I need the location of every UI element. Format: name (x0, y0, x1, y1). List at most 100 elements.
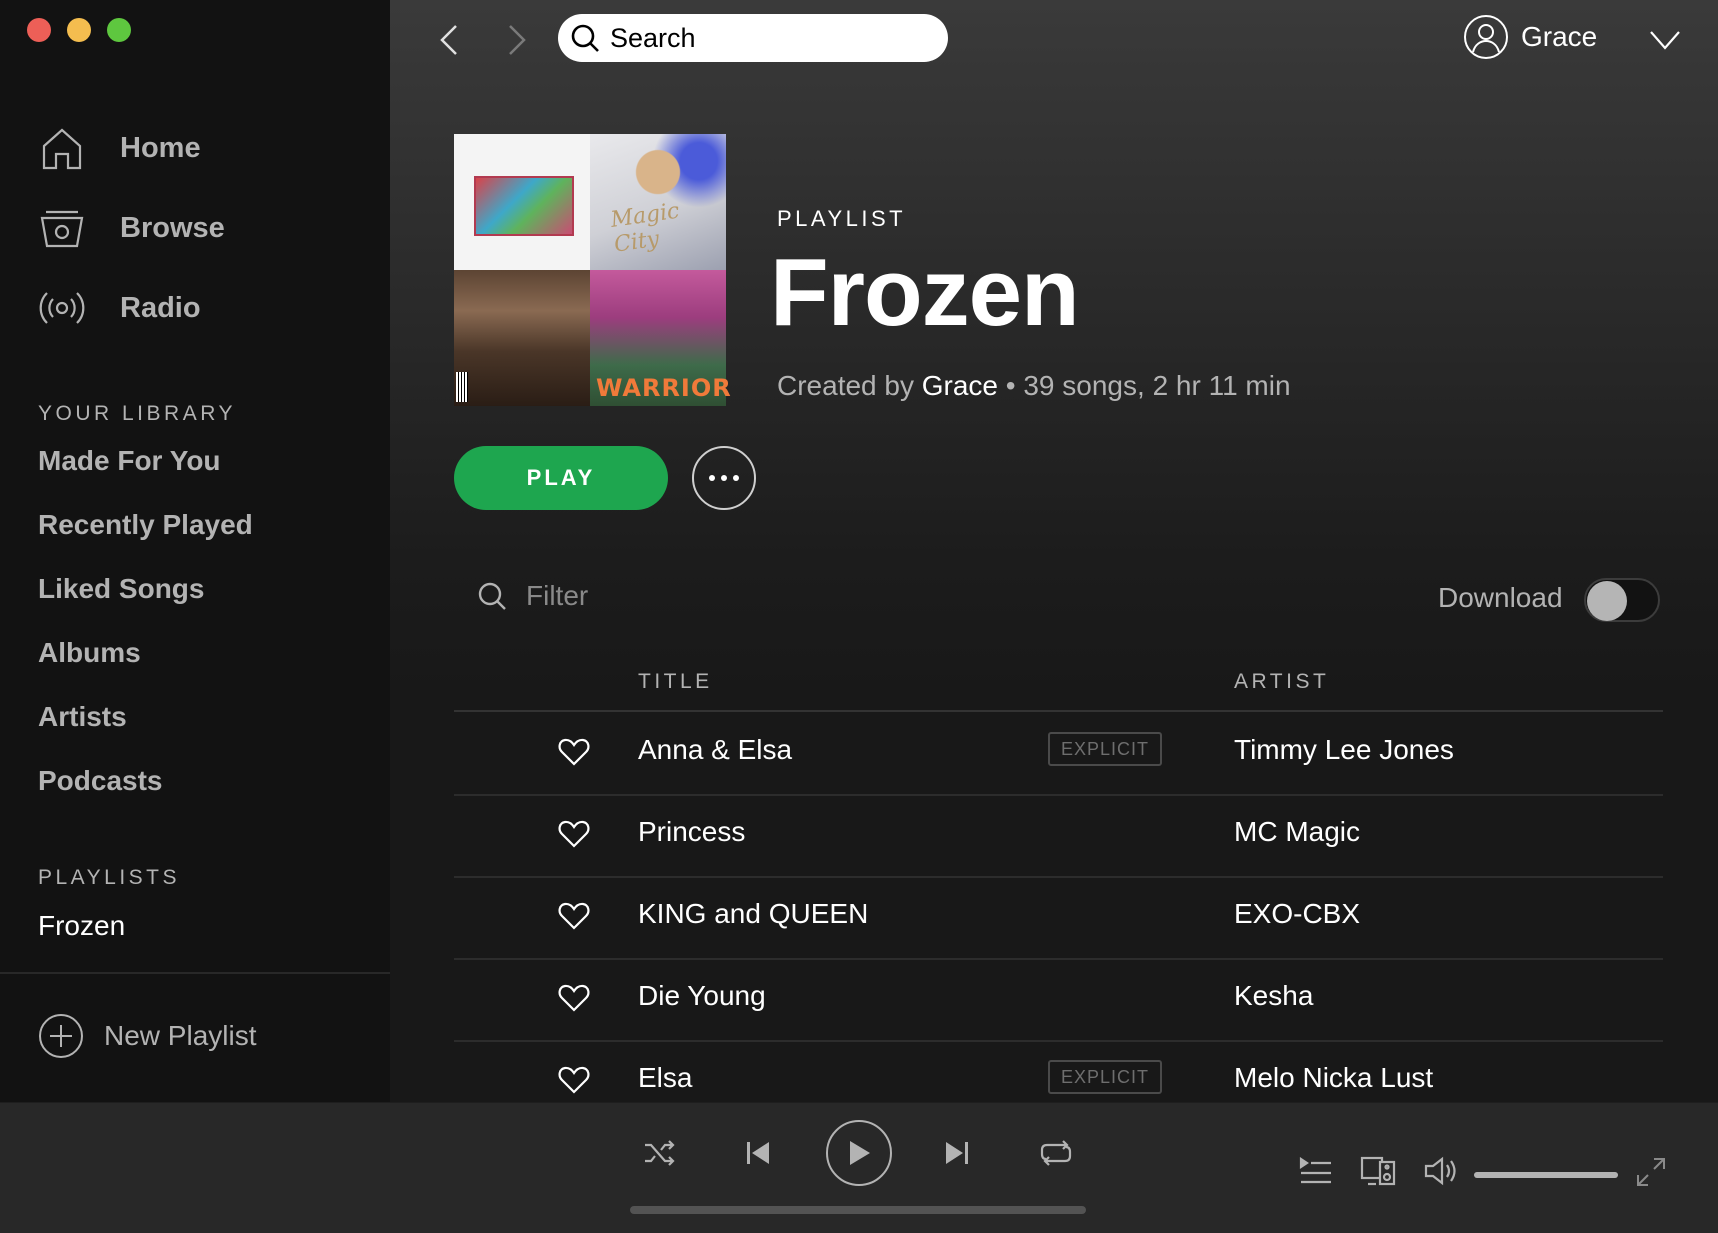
track-row[interactable]: Elsa EXPLICIT Melo Nicka Lust (454, 1040, 1663, 1102)
library-item-recently-played[interactable]: Recently Played (38, 509, 253, 541)
heart-icon[interactable] (558, 982, 590, 1014)
track-row[interactable]: Die Young Kesha (454, 958, 1663, 1042)
shuffle-button[interactable] (640, 1133, 680, 1173)
expand-icon (1637, 1158, 1665, 1186)
playlist-cover-art: Magic City WARRIOR (454, 134, 731, 406)
nav-home-label: Home (120, 131, 201, 164)
user-name: Grace (1521, 21, 1598, 52)
library-item-liked-songs[interactable]: Liked Songs (38, 573, 204, 605)
library-item-albums[interactable]: Albums (38, 637, 141, 669)
track-artist-link[interactable]: Timmy Lee Jones (1234, 734, 1454, 766)
track-title: Anna & Elsa (638, 734, 793, 765)
browse-icon (38, 204, 86, 252)
fullscreen-button[interactable] (1634, 1155, 1668, 1189)
column-header-title[interactable]: TITLE (638, 670, 713, 694)
library-item-made-for-you[interactable]: Made For You (38, 445, 221, 477)
next-button[interactable] (937, 1133, 977, 1173)
home-icon (38, 124, 86, 172)
search-bar[interactable] (558, 14, 948, 62)
devices-button[interactable] (1358, 1151, 1398, 1191)
playlists-section-title: PLAYLISTS (38, 866, 180, 889)
back-arrow-icon[interactable] (430, 20, 470, 60)
download-label: Download (1438, 582, 1563, 613)
track-row[interactable]: Anna & Elsa EXPLICIT Timmy Lee Jones (454, 712, 1663, 796)
track-artist-link[interactable]: MC Magic (1234, 816, 1360, 848)
cover-tile-2: Magic City (590, 134, 726, 270)
search-input[interactable] (610, 22, 910, 54)
next-icon (946, 1142, 968, 1164)
library-item-podcasts[interactable]: Podcasts (38, 765, 163, 797)
playlist-meta: Created by Grace • 39 songs, 2 hr 11 min (777, 370, 1291, 402)
more-options-button[interactable] (692, 446, 756, 510)
track-artist-link[interactable]: EXO-CBX (1234, 898, 1360, 930)
previous-icon (747, 1142, 769, 1164)
explicit-badge: EXPLICIT (1048, 1060, 1162, 1094)
track-title: Princess (638, 816, 746, 847)
search-icon (571, 24, 599, 52)
play-icon (850, 1141, 870, 1165)
library-item-artists[interactable]: Artists (38, 701, 127, 733)
cover-tile-4: WARRIOR (590, 270, 731, 406)
player-bar (0, 1102, 1718, 1233)
player-play-button[interactable] (826, 1120, 892, 1186)
playlist-creator-link[interactable]: Grace (922, 370, 998, 401)
sidebar-divider (0, 972, 390, 974)
sidebar: Home Browse Radio YOUR LIBRARY Made For … (0, 0, 390, 1102)
nav-home[interactable]: Home (38, 124, 201, 172)
heart-icon[interactable] (558, 900, 590, 932)
playlist-title: Frozen (770, 239, 1080, 346)
devices-icon (1360, 1156, 1396, 1186)
play-button[interactable]: PLAY (454, 446, 668, 510)
main-content: Grace Magic City WARRIOR PLAYLIST Frozen… (390, 0, 1718, 1102)
cover-tile-3 (454, 270, 590, 406)
repeat-button[interactable] (1036, 1133, 1076, 1173)
volume-slider[interactable] (1474, 1172, 1618, 1178)
filter-input[interactable] (526, 580, 826, 612)
track-artist-link[interactable]: Kesha (1234, 980, 1313, 1012)
playlist-type-label: PLAYLIST (777, 206, 907, 231)
nav-radio-label: Radio (120, 291, 201, 324)
filter-bar[interactable] (476, 580, 826, 612)
new-playlist-button[interactable]: New Playlist (38, 1013, 256, 1059)
window-controls (27, 18, 131, 42)
forward-arrow-icon[interactable] (496, 20, 536, 60)
sidebar-playlist-frozen[interactable]: Frozen (38, 910, 125, 942)
track-artist-link[interactable]: Melo Nicka Lust (1234, 1062, 1433, 1094)
radio-icon (38, 284, 86, 332)
track-title: KING and QUEEN (638, 898, 869, 929)
minimize-window-button[interactable] (67, 18, 91, 42)
playback-progress-bar[interactable] (630, 1206, 1086, 1214)
previous-button[interactable] (738, 1133, 778, 1173)
shuffle-icon (645, 1140, 675, 1166)
playlist-stats: • 39 songs, 2 hr 11 min (1005, 370, 1291, 401)
download-toggle[interactable] (1584, 578, 1660, 622)
nav-browse[interactable]: Browse (38, 204, 225, 252)
queue-icon (1299, 1157, 1331, 1184)
new-playlist-label: New Playlist (104, 1020, 257, 1051)
track-row[interactable]: KING and QUEEN EXO-CBX (454, 876, 1663, 960)
volume-level (1474, 1172, 1618, 1178)
heart-icon[interactable] (558, 818, 590, 850)
zoom-window-button[interactable] (107, 18, 131, 42)
track-title: Elsa (638, 1062, 693, 1093)
nav-radio[interactable]: Radio (38, 284, 201, 332)
explicit-badge: EXPLICIT (1048, 732, 1162, 766)
library-section-title: YOUR LIBRARY (38, 402, 236, 425)
column-header-artist[interactable]: ARTIST (1234, 670, 1329, 694)
created-by-prefix: Created by (777, 370, 914, 401)
toggle-knob (1587, 581, 1627, 621)
plus-circle-icon (39, 1014, 83, 1058)
track-title: Die Young (638, 980, 766, 1011)
track-row[interactable]: Princess MC Magic (454, 794, 1663, 878)
heart-icon[interactable] (558, 1064, 590, 1096)
user-menu[interactable]: Grace (1463, 14, 1597, 60)
cover-tile-1 (454, 134, 590, 270)
heart-icon[interactable] (558, 736, 590, 768)
queue-button[interactable] (1296, 1151, 1336, 1191)
volume-button[interactable] (1422, 1151, 1462, 1191)
filter-search-icon (478, 582, 506, 610)
user-avatar-icon (1464, 15, 1508, 59)
volume-icon (1424, 1156, 1456, 1186)
chevron-down-icon[interactable] (1647, 22, 1683, 58)
close-window-button[interactable] (27, 18, 51, 42)
